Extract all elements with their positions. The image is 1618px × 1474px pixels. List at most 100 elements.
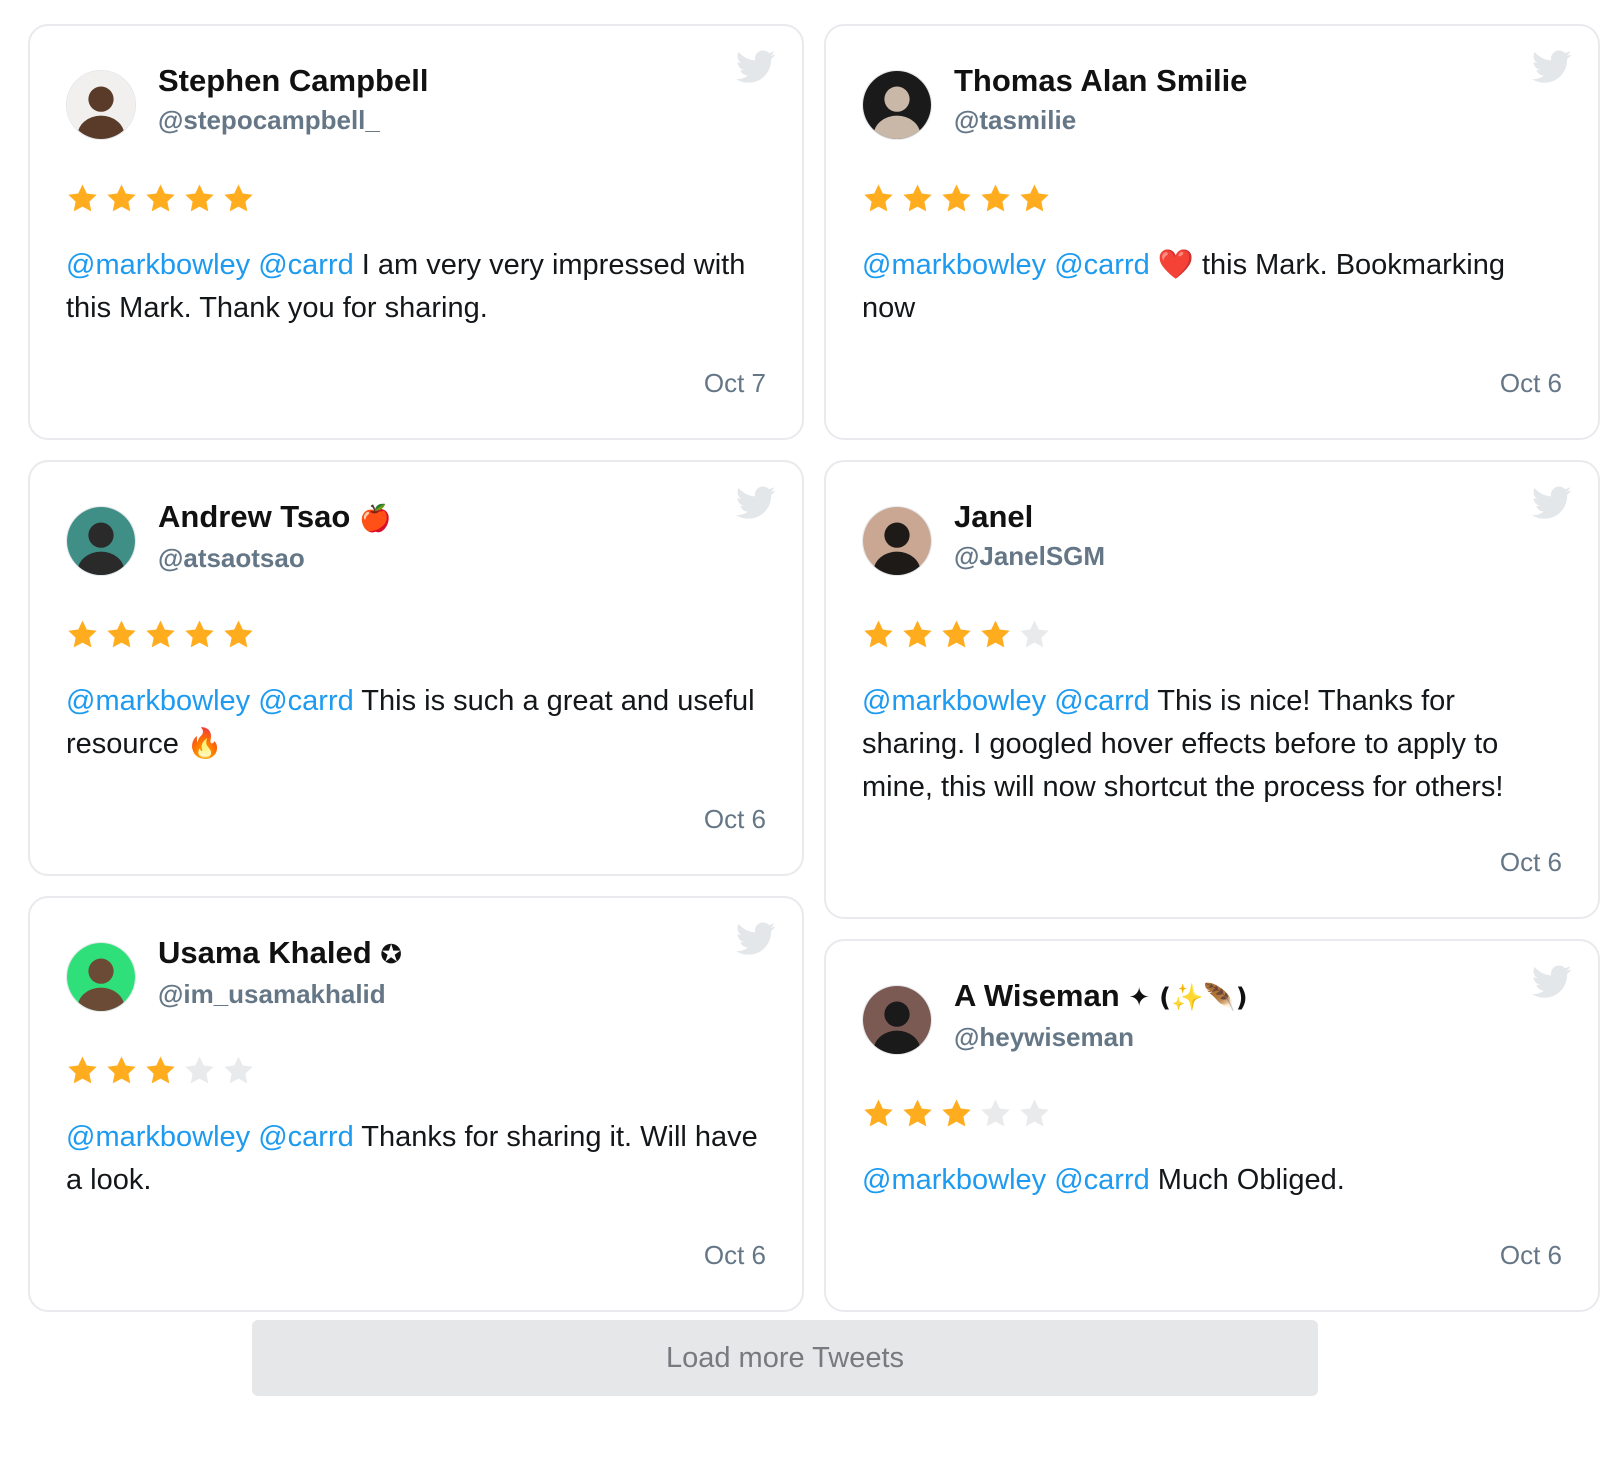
tweet-header: A Wiseman ✦ (✨🪶) @heywiseman xyxy=(862,977,1562,1055)
author-handle[interactable]: @heywiseman xyxy=(954,1021,1248,1053)
star-filled-icon xyxy=(185,619,214,647)
star-filled-icon xyxy=(68,183,97,211)
author-info: Usama Khaled ✪ @im_usamakhalid xyxy=(158,934,402,1010)
tweet-card: Janel @JanelSGM @markbowley @carrd This is… xyxy=(824,460,1600,919)
author-info: Thomas Alan Smilie @tasmilie xyxy=(954,62,1247,136)
tweet-date[interactable]: Oct 6 xyxy=(66,804,766,834)
author-handle[interactable]: @stepocampbell_ xyxy=(158,104,428,136)
mention-link[interactable]: @markbowley xyxy=(66,249,250,281)
tweet-text: @markbowley @carrd Much Obliged. xyxy=(862,1159,1562,1202)
star-filled-icon xyxy=(1020,183,1049,211)
mention-link[interactable]: @carrd xyxy=(258,1121,354,1153)
tweet-header: Usama Khaled ✪ @im_usamakhalid xyxy=(66,934,766,1012)
tweet-card: Thomas Alan Smilie @tasmilie @markbowley @… xyxy=(824,24,1600,440)
tweet-header: Janel @JanelSGM xyxy=(862,498,1562,576)
author-name[interactable]: Janel xyxy=(954,498,1105,536)
star-rating xyxy=(862,1095,1562,1131)
star-empty-icon xyxy=(1020,619,1049,647)
column-right: Thomas Alan Smilie @tasmilie @markbowley @… xyxy=(824,24,1600,1312)
name-badge-icon: 🍎 xyxy=(358,504,392,534)
star-rating xyxy=(66,1052,766,1088)
tweet-date[interactable]: Oct 6 xyxy=(66,1240,766,1270)
star-filled-icon xyxy=(981,619,1010,647)
tweet-header: Thomas Alan Smilie @tasmilie xyxy=(862,62,1562,140)
mention-link[interactable]: @markbowley xyxy=(862,685,1046,717)
load-more-button[interactable]: Load more Tweets xyxy=(252,1320,1318,1396)
author-info: Janel @JanelSGM xyxy=(954,498,1105,572)
author-handle[interactable]: @atsaotsao xyxy=(158,542,391,574)
star-filled-icon xyxy=(942,183,971,211)
tweet-text: @markbowley @carrd Thanks for sharing it… xyxy=(66,1116,766,1202)
author-name[interactable]: A Wiseman ✦ (✨🪶) xyxy=(954,977,1248,1017)
avatar[interactable] xyxy=(66,942,136,1012)
star-filled-icon xyxy=(68,1055,97,1083)
author-handle[interactable]: @tasmilie xyxy=(954,104,1247,136)
star-filled-icon xyxy=(107,619,136,647)
tweet-card: Andrew Tsao 🍎 @atsaotsao @markbowley @carr… xyxy=(28,460,804,876)
tweet-text: @markbowley @carrd I am very very impres… xyxy=(66,244,766,330)
author-name-text: Thomas Alan Smilie xyxy=(954,63,1248,98)
author-handle[interactable]: @JanelSGM xyxy=(954,540,1105,572)
tweet-date[interactable]: Oct 6 xyxy=(862,847,1562,877)
star-filled-icon xyxy=(68,619,97,647)
author-info: Andrew Tsao 🍎 @atsaotsao xyxy=(158,498,391,574)
twitter-bird-icon[interactable] xyxy=(736,922,776,956)
tweet-header: Andrew Tsao 🍎 @atsaotsao xyxy=(66,498,766,576)
tweet-header: Stephen Campbell @stepocampbell_ xyxy=(66,62,766,140)
mention-link[interactable]: @carrd xyxy=(258,685,354,717)
avatar[interactable] xyxy=(862,70,932,140)
twitter-bird-icon[interactable] xyxy=(736,486,776,520)
tweet-date[interactable]: Oct 6 xyxy=(862,368,1562,398)
author-name[interactable]: Usama Khaled ✪ xyxy=(158,934,402,974)
mention-link[interactable]: @markbowley xyxy=(862,249,1046,281)
twitter-bird-icon[interactable] xyxy=(1532,50,1572,84)
mention-link[interactable]: @carrd xyxy=(1054,249,1150,281)
star-filled-icon xyxy=(864,619,893,647)
mention-link[interactable]: @markbowley xyxy=(66,1121,250,1153)
mention-link[interactable]: @markbowley xyxy=(862,1164,1046,1196)
avatar[interactable] xyxy=(66,506,136,576)
tweet-text: @markbowley @carrd This is nice! Thanks … xyxy=(862,680,1562,809)
star-filled-icon xyxy=(146,1055,175,1083)
star-rating xyxy=(862,180,1562,216)
star-rating xyxy=(66,180,766,216)
star-filled-icon xyxy=(146,619,175,647)
testimonial-grid: Stephen Campbell @stepocampbell_ @markbowl… xyxy=(28,24,1600,1312)
star-filled-icon xyxy=(146,183,175,211)
tweet-text: @markbowley @carrd ❤️ this Mark. Bookmar… xyxy=(862,244,1562,330)
tweet-date[interactable]: Oct 6 xyxy=(862,1240,1562,1270)
mention-link[interactable]: @carrd xyxy=(1054,1164,1150,1196)
avatar[interactable] xyxy=(66,70,136,140)
star-filled-icon xyxy=(903,619,932,647)
mention-link[interactable]: @markbowley xyxy=(66,685,250,717)
author-name[interactable]: Andrew Tsao 🍎 xyxy=(158,498,391,538)
avatar[interactable] xyxy=(862,506,932,576)
mention-link[interactable]: @carrd xyxy=(1054,685,1150,717)
name-badge-icon: ✦ (✨🪶) xyxy=(1128,983,1248,1013)
name-badge-icon: ✪ xyxy=(380,940,403,970)
author-name-text: Stephen Campbell xyxy=(158,63,429,98)
twitter-bird-icon[interactable] xyxy=(1532,965,1572,999)
author-name[interactable]: Stephen Campbell xyxy=(158,62,428,100)
star-filled-icon xyxy=(107,1055,136,1083)
star-rating xyxy=(862,616,1562,652)
author-name[interactable]: Thomas Alan Smilie xyxy=(954,62,1247,100)
author-info: Stephen Campbell @stepocampbell_ xyxy=(158,62,428,136)
author-handle[interactable]: @im_usamakhalid xyxy=(158,978,402,1010)
mention-link[interactable]: @carrd xyxy=(258,249,354,281)
author-name-text: A Wiseman xyxy=(954,978,1120,1013)
tweet-date[interactable]: Oct 7 xyxy=(66,368,766,398)
tweet-card: A Wiseman ✦ (✨🪶) @heywiseman @markbowley @… xyxy=(824,939,1600,1312)
star-filled-icon xyxy=(942,1098,971,1126)
twitter-bird-icon[interactable] xyxy=(736,50,776,84)
avatar[interactable] xyxy=(862,985,932,1055)
twitter-bird-icon[interactable] xyxy=(1532,486,1572,520)
tweet-text: @markbowley @carrd This is such a great … xyxy=(66,680,766,766)
star-filled-icon xyxy=(107,183,136,211)
column-left: Stephen Campbell @stepocampbell_ @markbowl… xyxy=(28,24,804,1312)
star-filled-icon xyxy=(981,183,1010,211)
tweet-card: Stephen Campbell @stepocampbell_ @markbowl… xyxy=(28,24,804,440)
star-filled-icon xyxy=(185,183,214,211)
star-filled-icon xyxy=(224,183,253,211)
star-filled-icon xyxy=(903,183,932,211)
